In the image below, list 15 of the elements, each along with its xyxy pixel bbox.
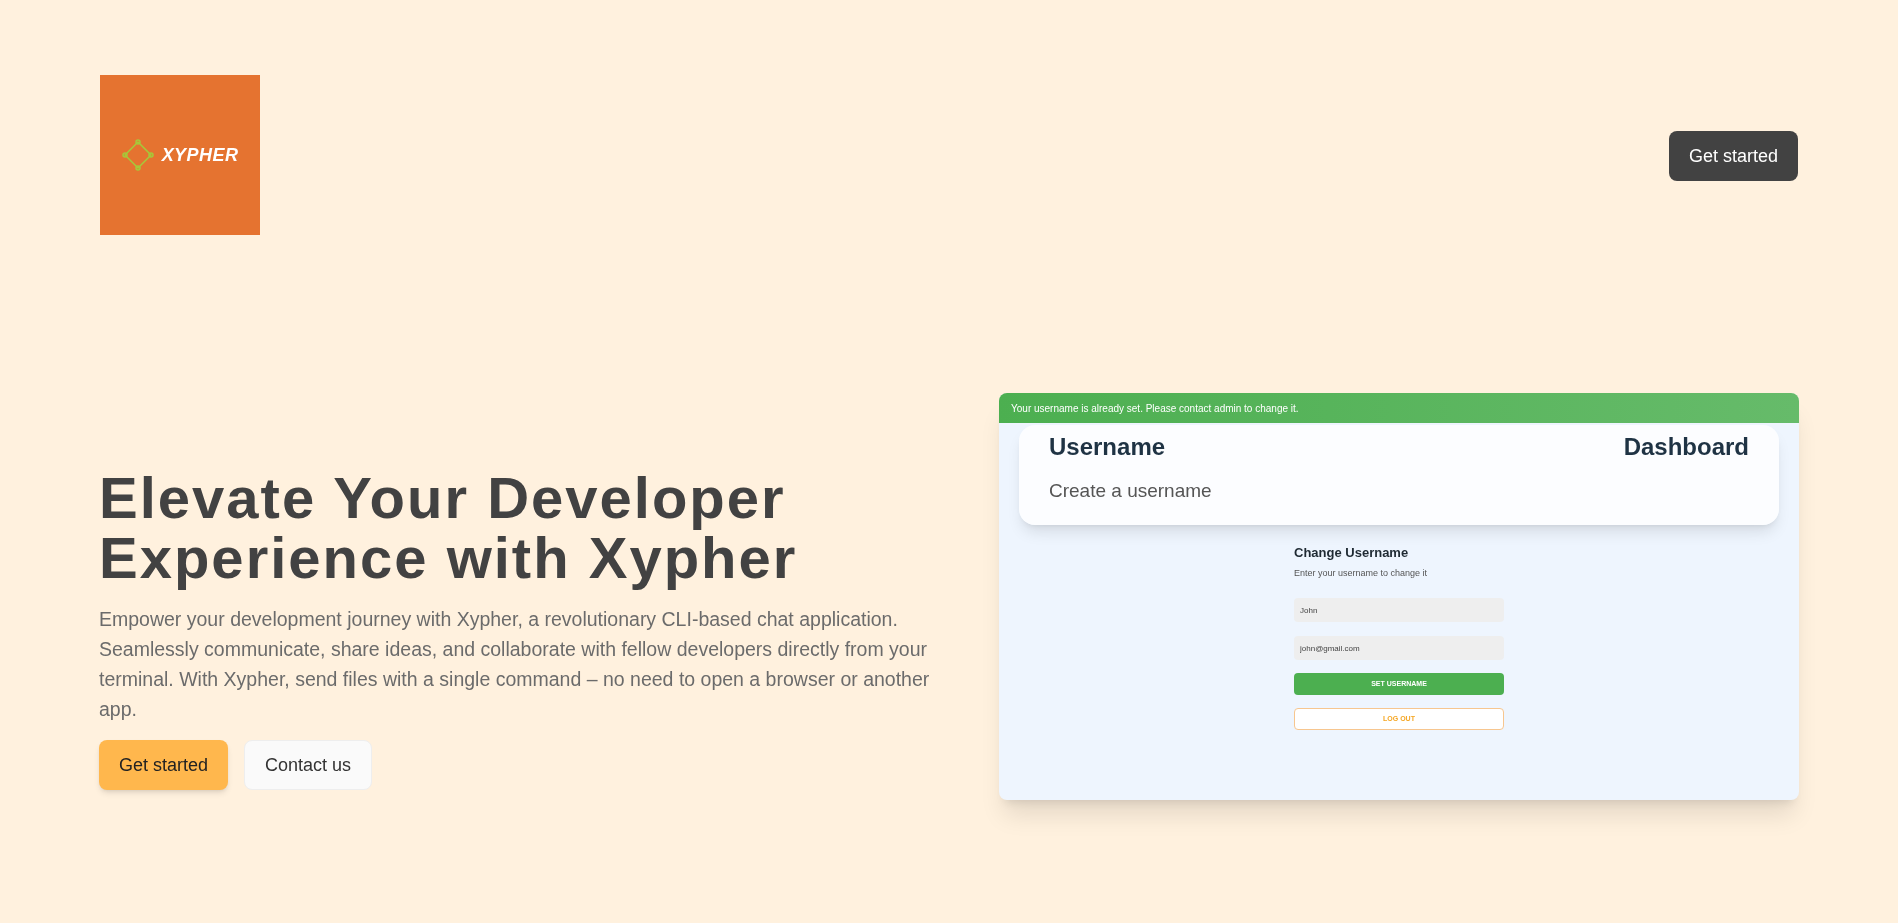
diamond-logo-icon: [121, 139, 154, 171]
contact-us-button[interactable]: Contact us: [244, 740, 373, 790]
card-subtitle: Create a username: [1049, 479, 1212, 503]
hero-description: Empower your development journey with Xypher, a revolutionary CLI-based chat application. Seamlessly communicate, share ideas, and collaborate with fellow developers directly from your terminal. With Xypher, send files with a single command – no need to open a browser or another app.: [99, 607, 931, 722]
success-banner: Your username is already set. Please contact admin to change it.: [999, 393, 1799, 423]
input-field[interactable]: john@gmail.com: [1294, 636, 1504, 660]
logo-wordmark: XYPHER: [161, 143, 239, 167]
hero-heading: Elevate Your Developer Experience with Xypher: [99, 468, 799, 588]
dashboard-title: Dashboard: [1623, 432, 1749, 462]
get-started-button[interactable]: Get started: [1668, 131, 1798, 181]
input-field[interactable]: John: [1294, 598, 1504, 622]
card-title: Username: [1049, 432, 1167, 462]
form-title: Change Username: [1294, 544, 1410, 562]
form-hint: Enter your username to change it: [1294, 566, 1429, 580]
get-started-button[interactable]: Get started: [99, 740, 229, 790]
